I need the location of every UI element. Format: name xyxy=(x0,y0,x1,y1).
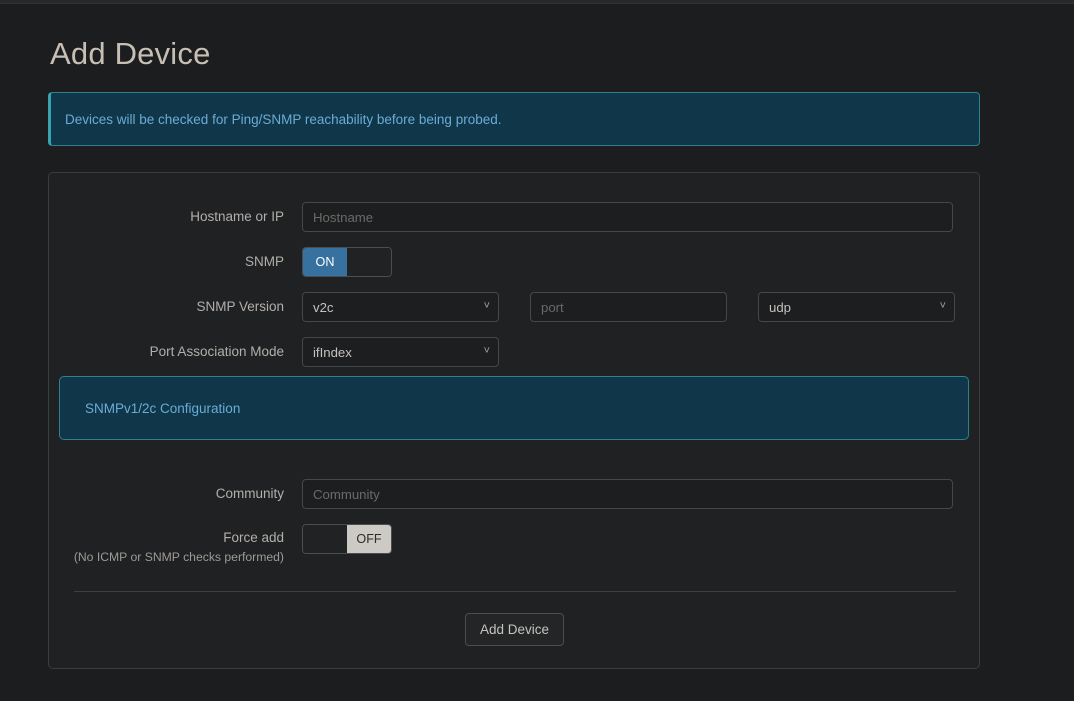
snmp-v1-v2c-configuration-panel: SNMPv1/2c Configuration xyxy=(59,376,969,440)
hostname-label: Hostname or IP xyxy=(190,209,284,225)
page-title: Add Device xyxy=(50,36,211,71)
transport-select-wrap: udp ˅ xyxy=(758,292,955,322)
snmp-version-label: SNMP Version xyxy=(196,299,284,315)
port-association-mode-select[interactable]: ifIndex xyxy=(302,337,499,367)
force-add-toggle-on[interactable] xyxy=(303,525,347,553)
row-force-add: Force add (No ICMP or SNMP checks perfor… xyxy=(49,524,981,565)
form-divider xyxy=(74,591,956,592)
info-alert-text: Devices will be checked for Ping/SNMP re… xyxy=(65,111,502,127)
add-device-form-card: Hostname or IP SNMP ON SNMP Version v2c xyxy=(48,172,980,669)
snmp-toggle-on[interactable]: ON xyxy=(303,248,347,276)
force-add-label-group: Force add (No ICMP or SNMP checks perfor… xyxy=(49,524,302,565)
port-input[interactable] xyxy=(530,292,727,322)
row-community: Community xyxy=(49,479,981,509)
snmp-v1-v2c-configuration-title: SNMPv1/2c Configuration xyxy=(85,400,241,416)
row-snmp-toggle: SNMP ON xyxy=(49,247,981,277)
force-add-label: Force add xyxy=(223,530,284,545)
port-association-mode-select-wrap: ifIndex ˅ xyxy=(302,337,499,367)
community-input[interactable] xyxy=(302,479,953,509)
content-container: Add Device Devices will be checked for P… xyxy=(48,5,980,669)
community-label: Community xyxy=(215,486,284,502)
force-add-sub-label: (No ICMP or SNMP checks performed) xyxy=(73,549,284,564)
row-snmp-version: SNMP Version v2c ˅ udp ˅ xyxy=(49,292,981,322)
add-device-submit-button[interactable]: Add Device xyxy=(465,613,564,646)
snmp-version-select[interactable]: v2c xyxy=(302,292,499,322)
snmp-toggle-off[interactable] xyxy=(347,248,391,276)
row-port-association-mode: Port Association Mode ifIndex ˅ xyxy=(49,337,981,367)
snmp-toggle[interactable]: ON xyxy=(302,247,392,277)
info-alert: Devices will be checked for Ping/SNMP re… xyxy=(48,92,980,146)
transport-select[interactable]: udp xyxy=(758,292,955,322)
snmp-label: SNMP xyxy=(244,254,284,270)
hostname-input[interactable] xyxy=(302,202,953,232)
port-association-mode-label: Port Association Mode xyxy=(149,344,284,360)
row-hostname: Hostname or IP xyxy=(49,202,981,232)
snmp-version-select-wrap: v2c ˅ xyxy=(302,292,499,322)
force-add-toggle[interactable]: OFF xyxy=(302,524,392,554)
page-body: Add Device Devices will be checked for P… xyxy=(0,5,1074,701)
force-add-toggle-off[interactable]: OFF xyxy=(347,525,391,553)
window-top-strip xyxy=(0,0,1074,4)
